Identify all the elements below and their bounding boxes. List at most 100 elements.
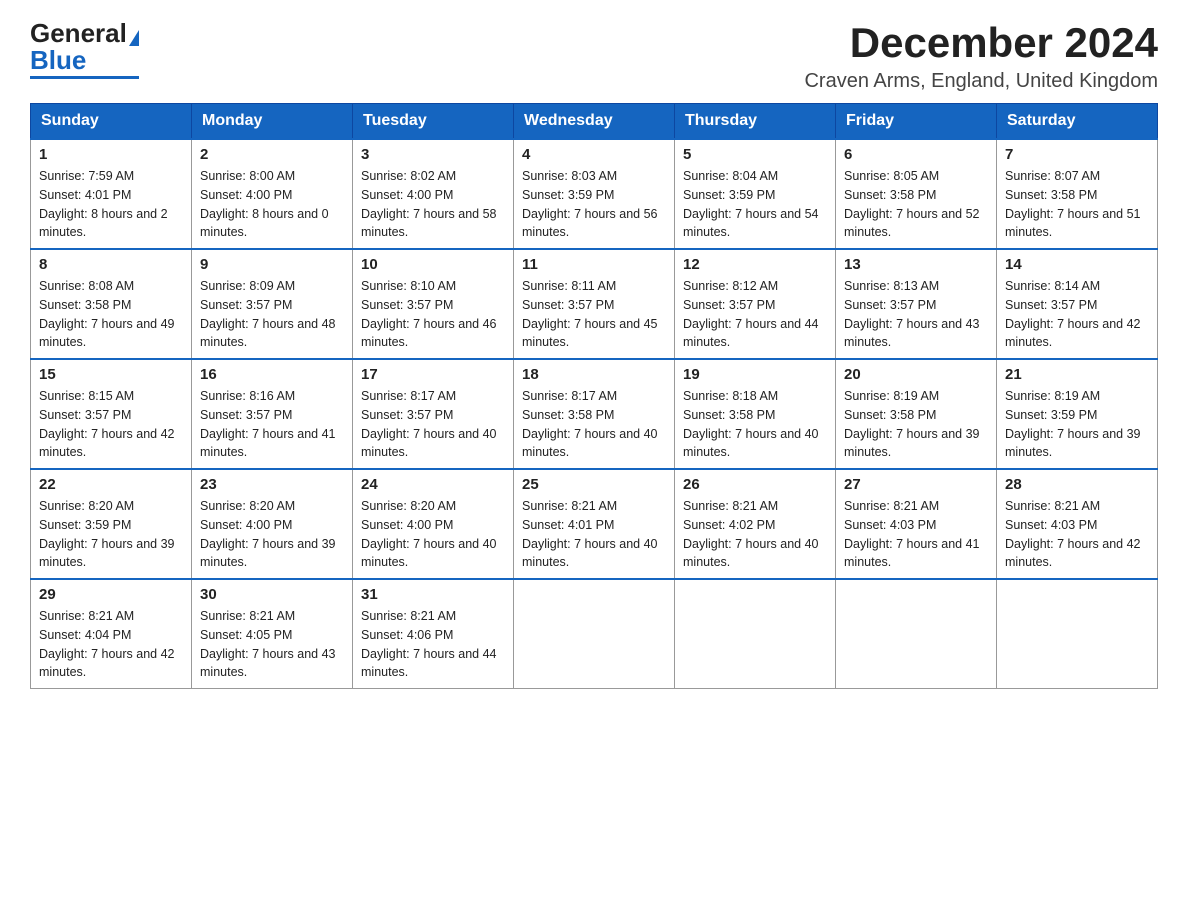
day-info: Sunrise: 8:20 AM Sunset: 4:00 PM Dayligh… <box>361 497 505 572</box>
day-number: 12 <box>683 256 827 273</box>
calendar-cell: 15 Sunrise: 8:15 AM Sunset: 3:57 PM Dayl… <box>31 359 192 469</box>
day-number: 9 <box>200 256 344 273</box>
day-number: 24 <box>361 476 505 493</box>
day-number: 16 <box>200 366 344 383</box>
header-row: Sunday Monday Tuesday Wednesday Thursday… <box>31 104 1158 140</box>
day-number: 15 <box>39 366 183 383</box>
logo-blue-text: Blue <box>30 45 86 75</box>
day-info: Sunrise: 8:18 AM Sunset: 3:58 PM Dayligh… <box>683 387 827 462</box>
calendar-cell: 26 Sunrise: 8:21 AM Sunset: 4:02 PM Dayl… <box>675 469 836 579</box>
day-number: 26 <box>683 476 827 493</box>
day-number: 28 <box>1005 476 1149 493</box>
calendar-week-5: 29 Sunrise: 8:21 AM Sunset: 4:04 PM Dayl… <box>31 579 1158 689</box>
day-number: 8 <box>39 256 183 273</box>
calendar-subtitle: Craven Arms, England, United Kingdom <box>804 70 1158 93</box>
header-wednesday: Wednesday <box>514 104 675 140</box>
day-number: 21 <box>1005 366 1149 383</box>
calendar-cell: 28 Sunrise: 8:21 AM Sunset: 4:03 PM Dayl… <box>997 469 1158 579</box>
day-info: Sunrise: 7:59 AM Sunset: 4:01 PM Dayligh… <box>39 167 183 242</box>
calendar-cell <box>836 579 997 689</box>
day-info: Sunrise: 8:16 AM Sunset: 3:57 PM Dayligh… <box>200 387 344 462</box>
calendar-cell: 1 Sunrise: 7:59 AM Sunset: 4:01 PM Dayli… <box>31 139 192 249</box>
calendar-cell: 18 Sunrise: 8:17 AM Sunset: 3:58 PM Dayl… <box>514 359 675 469</box>
calendar-cell: 17 Sunrise: 8:17 AM Sunset: 3:57 PM Dayl… <box>353 359 514 469</box>
day-info: Sunrise: 8:21 AM Sunset: 4:03 PM Dayligh… <box>844 497 988 572</box>
calendar-cell: 16 Sunrise: 8:16 AM Sunset: 3:57 PM Dayl… <box>192 359 353 469</box>
calendar-cell: 7 Sunrise: 8:07 AM Sunset: 3:58 PM Dayli… <box>997 139 1158 249</box>
calendar-cell: 9 Sunrise: 8:09 AM Sunset: 3:57 PM Dayli… <box>192 249 353 359</box>
page-header: General Blue December 2024 Craven Arms, … <box>30 20 1158 93</box>
header-friday: Friday <box>836 104 997 140</box>
header-monday: Monday <box>192 104 353 140</box>
day-info: Sunrise: 8:11 AM Sunset: 3:57 PM Dayligh… <box>522 277 666 352</box>
day-info: Sunrise: 8:14 AM Sunset: 3:57 PM Dayligh… <box>1005 277 1149 352</box>
logo-general-text: General <box>30 18 127 48</box>
calendar-cell: 31 Sunrise: 8:21 AM Sunset: 4:06 PM Dayl… <box>353 579 514 689</box>
day-number: 20 <box>844 366 988 383</box>
day-info: Sunrise: 8:20 AM Sunset: 3:59 PM Dayligh… <box>39 497 183 572</box>
day-number: 1 <box>39 146 183 163</box>
logo: General Blue <box>30 20 139 79</box>
day-info: Sunrise: 8:07 AM Sunset: 3:58 PM Dayligh… <box>1005 167 1149 242</box>
day-number: 25 <box>522 476 666 493</box>
header-sunday: Sunday <box>31 104 192 140</box>
calendar-cell: 10 Sunrise: 8:10 AM Sunset: 3:57 PM Dayl… <box>353 249 514 359</box>
calendar-cell: 24 Sunrise: 8:20 AM Sunset: 4:00 PM Dayl… <box>353 469 514 579</box>
calendar-cell: 21 Sunrise: 8:19 AM Sunset: 3:59 PM Dayl… <box>997 359 1158 469</box>
calendar-cell: 12 Sunrise: 8:12 AM Sunset: 3:57 PM Dayl… <box>675 249 836 359</box>
calendar-week-1: 1 Sunrise: 7:59 AM Sunset: 4:01 PM Dayli… <box>31 139 1158 249</box>
header-thursday: Thursday <box>675 104 836 140</box>
calendar-cell: 20 Sunrise: 8:19 AM Sunset: 3:58 PM Dayl… <box>836 359 997 469</box>
day-info: Sunrise: 8:21 AM Sunset: 4:04 PM Dayligh… <box>39 607 183 682</box>
calendar-cell: 19 Sunrise: 8:18 AM Sunset: 3:58 PM Dayl… <box>675 359 836 469</box>
calendar-week-2: 8 Sunrise: 8:08 AM Sunset: 3:58 PM Dayli… <box>31 249 1158 359</box>
day-info: Sunrise: 8:20 AM Sunset: 4:00 PM Dayligh… <box>200 497 344 572</box>
calendar-cell: 23 Sunrise: 8:20 AM Sunset: 4:00 PM Dayl… <box>192 469 353 579</box>
calendar-cell: 3 Sunrise: 8:02 AM Sunset: 4:00 PM Dayli… <box>353 139 514 249</box>
day-info: Sunrise: 8:04 AM Sunset: 3:59 PM Dayligh… <box>683 167 827 242</box>
day-number: 19 <box>683 366 827 383</box>
day-number: 27 <box>844 476 988 493</box>
calendar-cell: 25 Sunrise: 8:21 AM Sunset: 4:01 PM Dayl… <box>514 469 675 579</box>
day-number: 7 <box>1005 146 1149 163</box>
day-info: Sunrise: 8:13 AM Sunset: 3:57 PM Dayligh… <box>844 277 988 352</box>
title-block: December 2024 Craven Arms, England, Unit… <box>804 20 1158 93</box>
calendar-cell: 4 Sunrise: 8:03 AM Sunset: 3:59 PM Dayli… <box>514 139 675 249</box>
day-number: 10 <box>361 256 505 273</box>
calendar-cell <box>675 579 836 689</box>
calendar-cell: 5 Sunrise: 8:04 AM Sunset: 3:59 PM Dayli… <box>675 139 836 249</box>
day-info: Sunrise: 8:21 AM Sunset: 4:02 PM Dayligh… <box>683 497 827 572</box>
day-number: 23 <box>200 476 344 493</box>
day-number: 18 <box>522 366 666 383</box>
day-info: Sunrise: 8:02 AM Sunset: 4:00 PM Dayligh… <box>361 167 505 242</box>
header-tuesday: Tuesday <box>353 104 514 140</box>
day-info: Sunrise: 8:08 AM Sunset: 3:58 PM Dayligh… <box>39 277 183 352</box>
day-info: Sunrise: 8:21 AM Sunset: 4:03 PM Dayligh… <box>1005 497 1149 572</box>
day-info: Sunrise: 8:09 AM Sunset: 3:57 PM Dayligh… <box>200 277 344 352</box>
calendar-cell: 30 Sunrise: 8:21 AM Sunset: 4:05 PM Dayl… <box>192 579 353 689</box>
day-number: 14 <box>1005 256 1149 273</box>
day-number: 30 <box>200 586 344 603</box>
day-number: 31 <box>361 586 505 603</box>
header-saturday: Saturday <box>997 104 1158 140</box>
calendar-cell: 6 Sunrise: 8:05 AM Sunset: 3:58 PM Dayli… <box>836 139 997 249</box>
day-number: 11 <box>522 256 666 273</box>
day-info: Sunrise: 8:17 AM Sunset: 3:58 PM Dayligh… <box>522 387 666 462</box>
day-number: 22 <box>39 476 183 493</box>
day-number: 2 <box>200 146 344 163</box>
day-number: 13 <box>844 256 988 273</box>
day-info: Sunrise: 8:21 AM Sunset: 4:05 PM Dayligh… <box>200 607 344 682</box>
calendar-cell <box>997 579 1158 689</box>
day-number: 3 <box>361 146 505 163</box>
day-number: 29 <box>39 586 183 603</box>
calendar-title: December 2024 <box>804 20 1158 66</box>
calendar-cell <box>514 579 675 689</box>
calendar-cell: 22 Sunrise: 8:20 AM Sunset: 3:59 PM Dayl… <box>31 469 192 579</box>
day-info: Sunrise: 8:05 AM Sunset: 3:58 PM Dayligh… <box>844 167 988 242</box>
calendar-table: Sunday Monday Tuesday Wednesday Thursday… <box>30 103 1158 689</box>
day-number: 6 <box>844 146 988 163</box>
calendar-cell: 14 Sunrise: 8:14 AM Sunset: 3:57 PM Dayl… <box>997 249 1158 359</box>
day-info: Sunrise: 8:21 AM Sunset: 4:06 PM Dayligh… <box>361 607 505 682</box>
calendar-cell: 13 Sunrise: 8:13 AM Sunset: 3:57 PM Dayl… <box>836 249 997 359</box>
logo-triangle-icon <box>129 30 139 46</box>
